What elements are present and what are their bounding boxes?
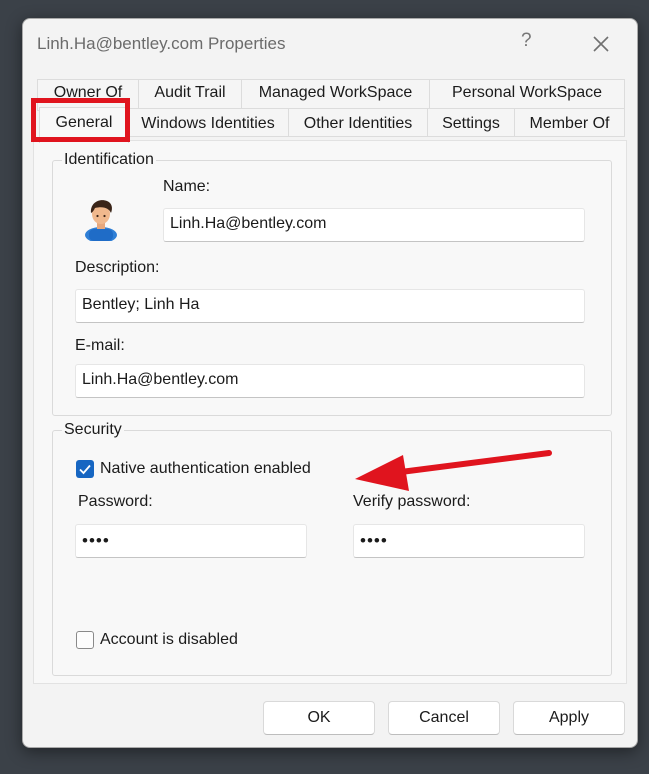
properties-dialog: Linh.Ha@bentley.com Properties ? Owner O… <box>22 18 638 748</box>
verify-password-field[interactable]: •••• <box>353 524 585 558</box>
tab-audit-trail[interactable]: Audit Trail <box>138 79 242 111</box>
security-group-title: Security <box>62 421 124 439</box>
email-field[interactable]: Linh.Ha@bentley.com <box>75 364 585 398</box>
verify-password-label: Verify password: <box>353 493 471 510</box>
user-avatar-icon <box>85 200 117 241</box>
native-auth-checkbox[interactable] <box>76 460 94 478</box>
tab-windows-identities[interactable]: Windows Identities <box>127 108 289 137</box>
description-field[interactable]: Bentley; Linh Ha <box>75 289 585 323</box>
help-button[interactable]: ? <box>521 30 532 52</box>
account-disabled-checkbox[interactable] <box>76 631 94 649</box>
window-title: Linh.Ha@bentley.com Properties <box>37 34 286 53</box>
tab-settings[interactable]: Settings <box>427 108 515 137</box>
tab-managed-workspace[interactable]: Managed WorkSpace <box>241 79 430 111</box>
apply-button[interactable]: Apply <box>513 701 625 735</box>
name-field[interactable]: Linh.Ha@bentley.com <box>163 208 585 242</box>
tab-personal-workspace[interactable]: Personal WorkSpace <box>429 79 625 111</box>
native-auth-label[interactable]: Native authentication enabled <box>100 460 311 478</box>
tab-other-identities[interactable]: Other Identities <box>288 108 428 137</box>
email-label: E-mail: <box>75 337 125 354</box>
tab-general[interactable]: General <box>39 107 129 143</box>
description-label: Description: <box>75 259 160 276</box>
close-icon[interactable] <box>589 32 613 56</box>
checkmark-icon <box>79 464 91 475</box>
identification-group-title: Identification <box>62 151 156 169</box>
title-bar: Linh.Ha@bentley.com Properties ? <box>23 19 637 71</box>
password-field[interactable]: •••• <box>75 524 307 558</box>
password-label: Password: <box>78 493 153 510</box>
cancel-button[interactable]: Cancel <box>388 701 500 735</box>
account-disabled-label[interactable]: Account is disabled <box>100 631 238 649</box>
ok-button[interactable]: OK <box>263 701 375 735</box>
tab-member-of[interactable]: Member Of <box>514 108 625 137</box>
name-label: Name: <box>163 178 211 195</box>
